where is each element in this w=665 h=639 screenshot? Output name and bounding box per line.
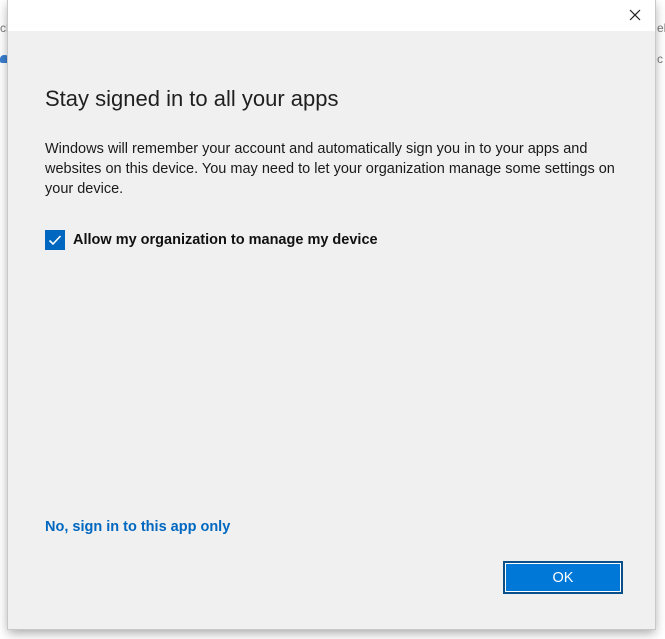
dialog-description: Windows will remember your account and a… (45, 141, 615, 197)
title-bar (8, 0, 655, 31)
sign-in-this-app-only-link[interactable]: No, sign in to this app only (45, 519, 230, 535)
manage-device-checkbox-row[interactable]: Allow my organization to manage my devic… (45, 230, 378, 250)
background-text-fragment: c (657, 52, 663, 66)
manage-device-checkbox-label: Allow my organization to manage my devic… (73, 232, 378, 248)
close-button[interactable] (615, 0, 655, 30)
ok-button[interactable]: OK (503, 561, 623, 594)
background-text-fragment: el (657, 21, 665, 35)
sign-in-dialog: Stay signed in to all your apps Windows … (8, 0, 655, 629)
close-icon (629, 9, 641, 21)
dialog-heading: Stay signed in to all your apps (45, 86, 339, 111)
manage-device-checkbox[interactable] (45, 230, 65, 250)
checkmark-icon (48, 235, 62, 246)
